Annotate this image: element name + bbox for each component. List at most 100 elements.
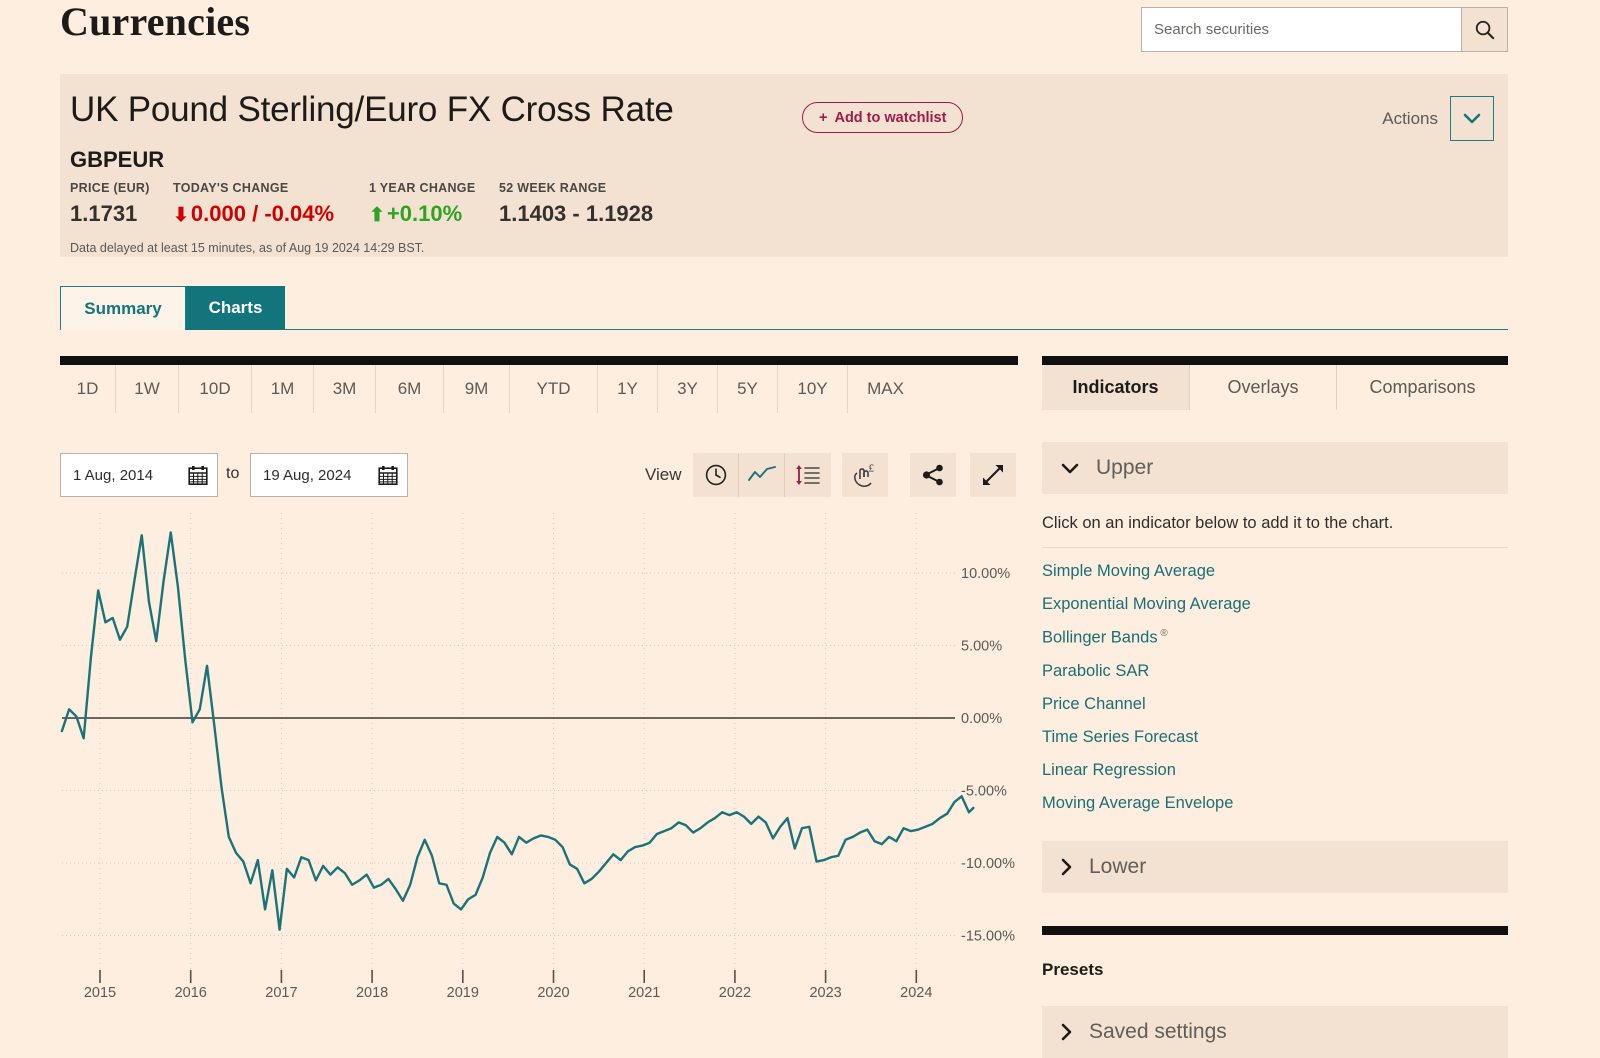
- panel-tab-indicators[interactable]: Indicators: [1042, 365, 1190, 410]
- search-bar: [1141, 7, 1508, 52]
- currency-hand-icon: £: [854, 463, 875, 487]
- accordion-lower[interactable]: Lower: [1042, 840, 1508, 893]
- period-button-label: 3M: [332, 379, 357, 398]
- x-axis-label: 2016: [175, 985, 207, 1001]
- actions-dropdown-button[interactable]: [1450, 96, 1494, 141]
- chart-canvas[interactable]: 10.00% 5.00% 0.00% -5.00% -10.00% -15.00% 2015…: [55, 505, 1020, 1015]
- view-tool-group-primary: [693, 453, 831, 497]
- panel-tab-comparisons[interactable]: Comparisons: [1337, 365, 1508, 410]
- period-button-1d[interactable]: 1D: [60, 365, 116, 413]
- period-button-5y[interactable]: 5Y: [718, 365, 778, 413]
- indicator-link[interactable]: Price Channel: [1042, 695, 1508, 714]
- period-button-6m[interactable]: 6M: [376, 365, 444, 413]
- period-button-10y[interactable]: 10Y: [778, 365, 848, 413]
- period-button-label: YTD: [536, 379, 571, 398]
- line-chart-icon: [747, 466, 776, 481]
- y-axis-label: -10.00%: [961, 856, 1015, 872]
- period-button-label: 1D: [76, 379, 99, 398]
- date-from-value: 1 Aug, 2014: [73, 466, 154, 484]
- accordion-saved-settings[interactable]: Saved settings: [1042, 1005, 1508, 1058]
- date-to-value: 19 Aug, 2024: [263, 466, 352, 484]
- period-button-1w[interactable]: 1W: [116, 365, 179, 413]
- period-items: 1D 1W 10D 1M 3M 6M 9M YTD 1Y 3Y 5Y 10Y MAX: [60, 365, 1018, 413]
- share-icon: [922, 464, 943, 486]
- stat-value: 1.1403 - 1.1928: [499, 201, 654, 226]
- date-range-separator: to: [226, 465, 240, 482]
- indicator-link-label: Bollinger Bands: [1042, 628, 1158, 647]
- panel-tab-overlays[interactable]: Overlays: [1190, 365, 1337, 410]
- x-axis-label: 2017: [265, 985, 297, 1001]
- arrow-down-icon: ⬇: [173, 205, 189, 226]
- calendar-icon[interactable]: [378, 465, 398, 486]
- date-to-field[interactable]: 19 Aug, 2024: [250, 453, 408, 497]
- stat-label: 52 WEEK RANGE: [499, 181, 607, 195]
- stat-price: PRICE (EUR) 1.1731: [70, 181, 173, 227]
- view-tool-group-share: [910, 453, 956, 497]
- accordion-upper[interactable]: Upper: [1042, 442, 1508, 494]
- price-chart[interactable]: 10.00% 5.00% 0.00% -5.00% -10.00% -15.00% 2015…: [55, 505, 1020, 1015]
- registered-mark: ®: [1157, 628, 1168, 639]
- period-button-ytd[interactable]: YTD: [510, 365, 598, 413]
- indicator-link[interactable]: Parabolic SAR: [1042, 662, 1508, 681]
- period-button-3y[interactable]: 3Y: [658, 365, 718, 413]
- tab-summary[interactable]: Summary: [60, 286, 186, 330]
- period-button-1y[interactable]: 1Y: [598, 365, 658, 413]
- stat-value-text: 0.000 / -0.04%: [190, 201, 335, 226]
- x-axis-label: 2021: [628, 985, 660, 1001]
- ticker-symbol: GBPEUR: [70, 147, 165, 172]
- period-button-max[interactable]: MAX: [848, 365, 923, 413]
- quote-stats: PRICE (EUR) 1.1731 TODAY'S CHANGE ⬇0.000…: [70, 181, 653, 227]
- add-to-watchlist-label: Add to watchlist: [834, 109, 947, 126]
- indicator-link[interactable]: Moving Average Envelope: [1042, 794, 1508, 813]
- accordion-lower-label: Lower: [1089, 854, 1147, 878]
- view-button-share[interactable]: [910, 453, 956, 497]
- period-button-1m[interactable]: 1M: [252, 365, 314, 413]
- indicator-link[interactable]: Time Series Forecast: [1042, 728, 1508, 747]
- indicator-link[interactable]: Exponential Moving Average: [1042, 595, 1508, 614]
- view-button-chart-type[interactable]: [739, 453, 785, 497]
- stat-label: 1 YEAR CHANGE: [369, 181, 476, 195]
- indicator-link[interactable]: Bollinger Bands ®: [1042, 628, 1508, 648]
- chart-series-line: [60, 531, 975, 931]
- tab-charts[interactable]: Charts: [186, 286, 285, 330]
- chevron-right-icon: [1061, 1023, 1072, 1040]
- y-axis-label: -15.00%: [961, 929, 1015, 945]
- chevron-right-icon: [1061, 858, 1072, 875]
- view-button-currency[interactable]: £: [842, 453, 888, 497]
- stat-label: TODAY'S CHANGE: [173, 181, 289, 195]
- add-to-watchlist-button[interactable]: + Add to watchlist: [802, 102, 964, 133]
- period-button-label: MAX: [867, 379, 904, 398]
- x-axis-label: 2022: [719, 985, 751, 1001]
- page-title: UK Pound Sterling/Euro FX Cross Rate: [70, 90, 674, 129]
- view-button-expand[interactable]: [970, 453, 1016, 497]
- stat-one-year-change: 1 YEAR CHANGE ⬆+0.10%: [369, 181, 499, 227]
- date-from-field[interactable]: 1 Aug, 2014: [60, 453, 218, 497]
- period-button-3m[interactable]: 3M: [314, 365, 376, 413]
- period-button-9m[interactable]: 9M: [444, 365, 510, 413]
- stat-value-text: +0.10%: [386, 201, 463, 226]
- search-input[interactable]: [1141, 7, 1461, 52]
- view-button-scale[interactable]: [785, 453, 831, 497]
- period-divider: [60, 356, 1018, 365]
- period-button-label: 1W: [134, 379, 160, 398]
- view-button-clock[interactable]: [693, 453, 739, 497]
- indicator-link[interactable]: Simple Moving Average: [1042, 562, 1508, 581]
- scale-icon: [796, 465, 820, 485]
- x-axis-label: 2015: [84, 985, 116, 1001]
- indicator-link[interactable]: Linear Regression: [1042, 761, 1508, 780]
- quote-header: UK Pound Sterling/Euro FX Cross Rate + A…: [60, 74, 1508, 257]
- period-button-10d[interactable]: 10D: [179, 365, 252, 413]
- stat-label: PRICE (EUR): [70, 181, 150, 195]
- calendar-icon[interactable]: [188, 465, 208, 486]
- period-button-label: 6M: [397, 379, 422, 398]
- svg-text:£: £: [869, 463, 875, 475]
- arrow-up-icon: ⬆: [369, 205, 385, 226]
- x-axis-label: 2020: [537, 985, 569, 1001]
- search-button[interactable]: [1461, 7, 1508, 52]
- indicator-link-label: Exponential Moving Average: [1042, 595, 1251, 613]
- actions-label: Actions: [1382, 108, 1438, 128]
- search-icon: [1475, 20, 1495, 40]
- presets-title: Presets: [1042, 959, 1104, 979]
- actions-menu[interactable]: Actions: [1382, 96, 1494, 141]
- view-tool-group-currency: £: [842, 453, 888, 497]
